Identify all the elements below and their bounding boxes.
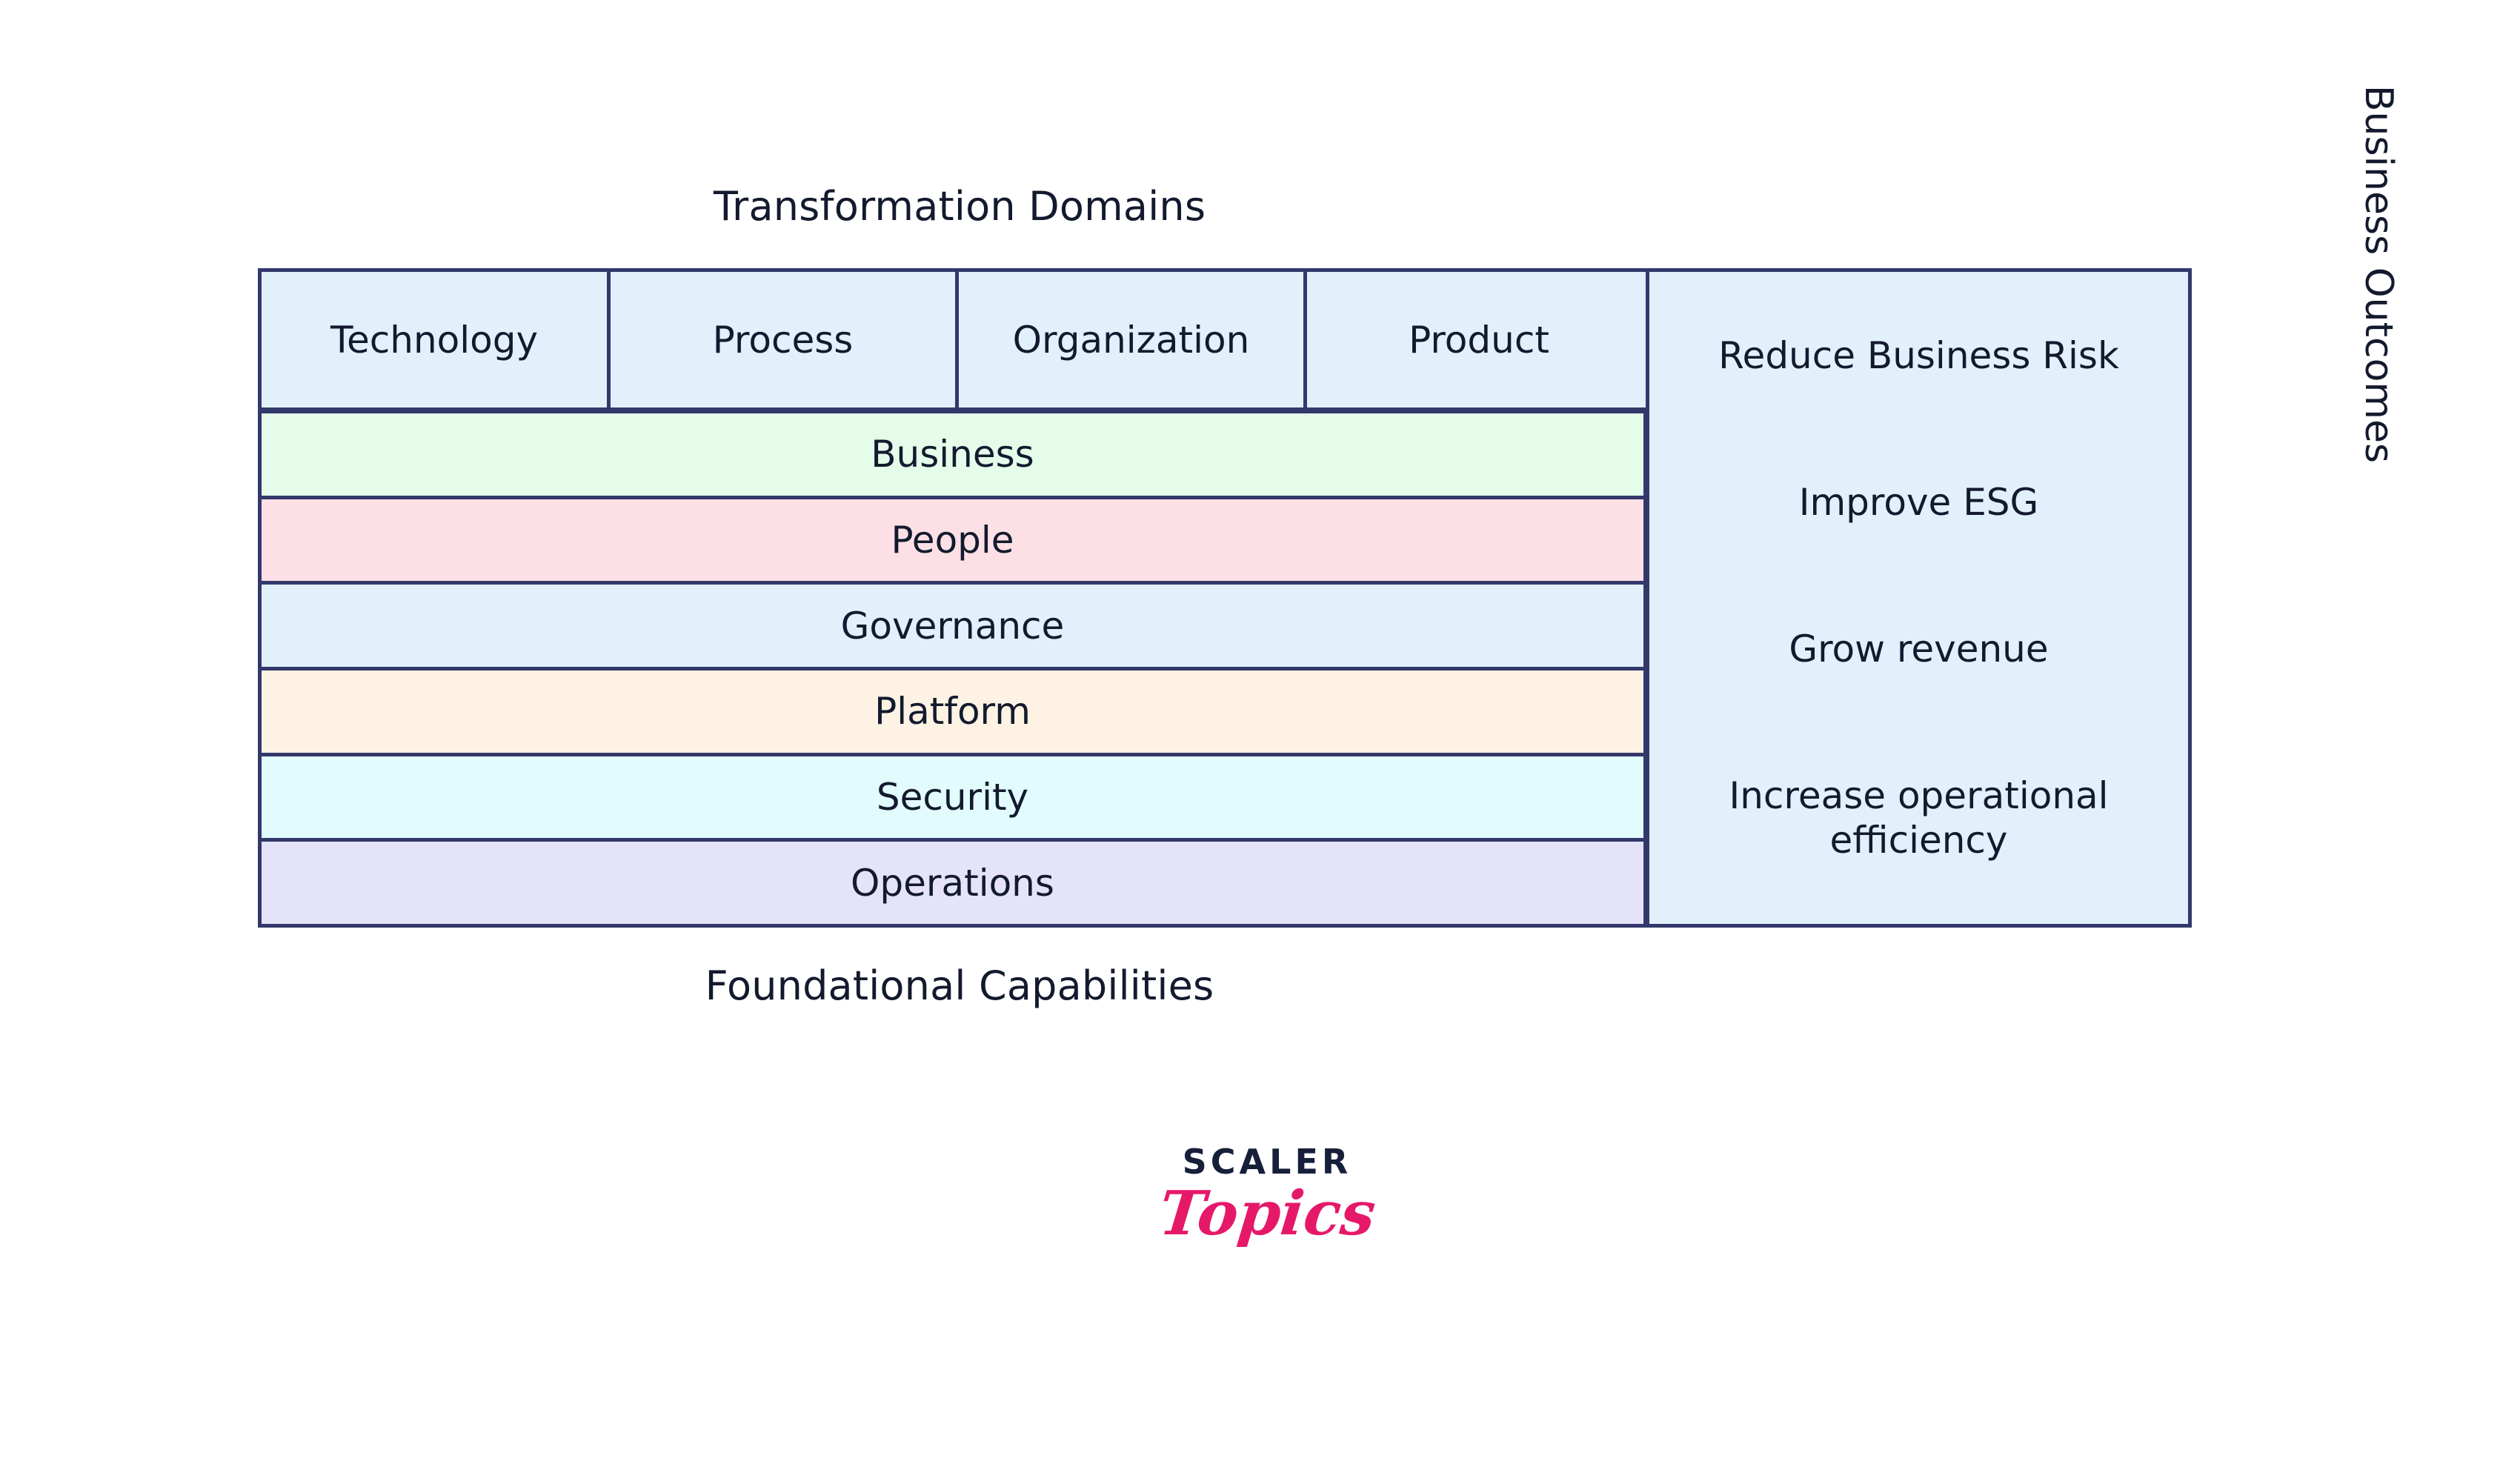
outcome-reduce-business-risk[interactable]: Reduce Business Risk bbox=[1669, 333, 2169, 378]
outcome-improve-esg[interactable]: Improve ESG bbox=[1669, 480, 2169, 525]
outcome-grow-revenue[interactable]: Grow revenue bbox=[1669, 627, 2169, 671]
foundational-capabilities-caption: Foundational Capabilities bbox=[705, 962, 1214, 1009]
capability-row-people[interactable]: People bbox=[262, 495, 1643, 582]
scaler-topics-logo: SCALER Topics bbox=[1134, 1145, 1400, 1330]
capability-label-people: People bbox=[891, 519, 1014, 562]
capability-row-security[interactable]: Security bbox=[262, 752, 1643, 839]
business-outcomes-panel: Reduce Business Risk Improve ESG Grow re… bbox=[1646, 268, 2192, 928]
capability-label-business: Business bbox=[871, 433, 1034, 476]
transformation-domains-caption: Transformation Domains bbox=[713, 182, 1206, 230]
capability-label-platform: Platform bbox=[874, 690, 1031, 733]
capability-row-platform[interactable]: Platform bbox=[262, 667, 1643, 753]
domain-cell-process[interactable]: Process bbox=[611, 272, 959, 407]
foundational-capability-rows: Business People Governance Platform Secu… bbox=[258, 410, 1647, 928]
domain-label-organization: Organization bbox=[1012, 318, 1250, 362]
domains-and-capabilities-region: Technology Process Organization Product … bbox=[258, 268, 1651, 928]
logo-scriptmark-topics: Topics bbox=[1155, 1178, 1379, 1249]
transformation-domains-header-row: Technology Process Organization Product bbox=[258, 268, 1651, 411]
domain-cell-organization[interactable]: Organization bbox=[959, 272, 1307, 407]
domain-label-product: Product bbox=[1409, 318, 1549, 362]
domain-cell-technology[interactable]: Technology bbox=[262, 272, 611, 407]
capability-row-operations[interactable]: Operations bbox=[262, 838, 1643, 925]
business-outcomes-axis-label: Business Outcomes bbox=[2356, 84, 2401, 464]
capability-label-governance: Governance bbox=[840, 604, 1065, 648]
outcome-increase-operational-efficiency[interactable]: Increase operational efficiency bbox=[1669, 773, 2169, 862]
capability-label-operations: Operations bbox=[851, 861, 1054, 905]
capability-label-security: Security bbox=[876, 776, 1029, 819]
capability-matrix: Technology Process Organization Product … bbox=[258, 268, 2192, 928]
capability-row-business[interactable]: Business bbox=[262, 410, 1643, 496]
domain-label-technology: Technology bbox=[330, 318, 539, 362]
domain-label-process: Process bbox=[712, 318, 854, 362]
logo-wordmark-scaler: SCALER bbox=[1182, 1142, 1352, 1182]
capability-row-governance[interactable]: Governance bbox=[262, 581, 1643, 668]
domain-cell-product[interactable]: Product bbox=[1307, 272, 1651, 407]
